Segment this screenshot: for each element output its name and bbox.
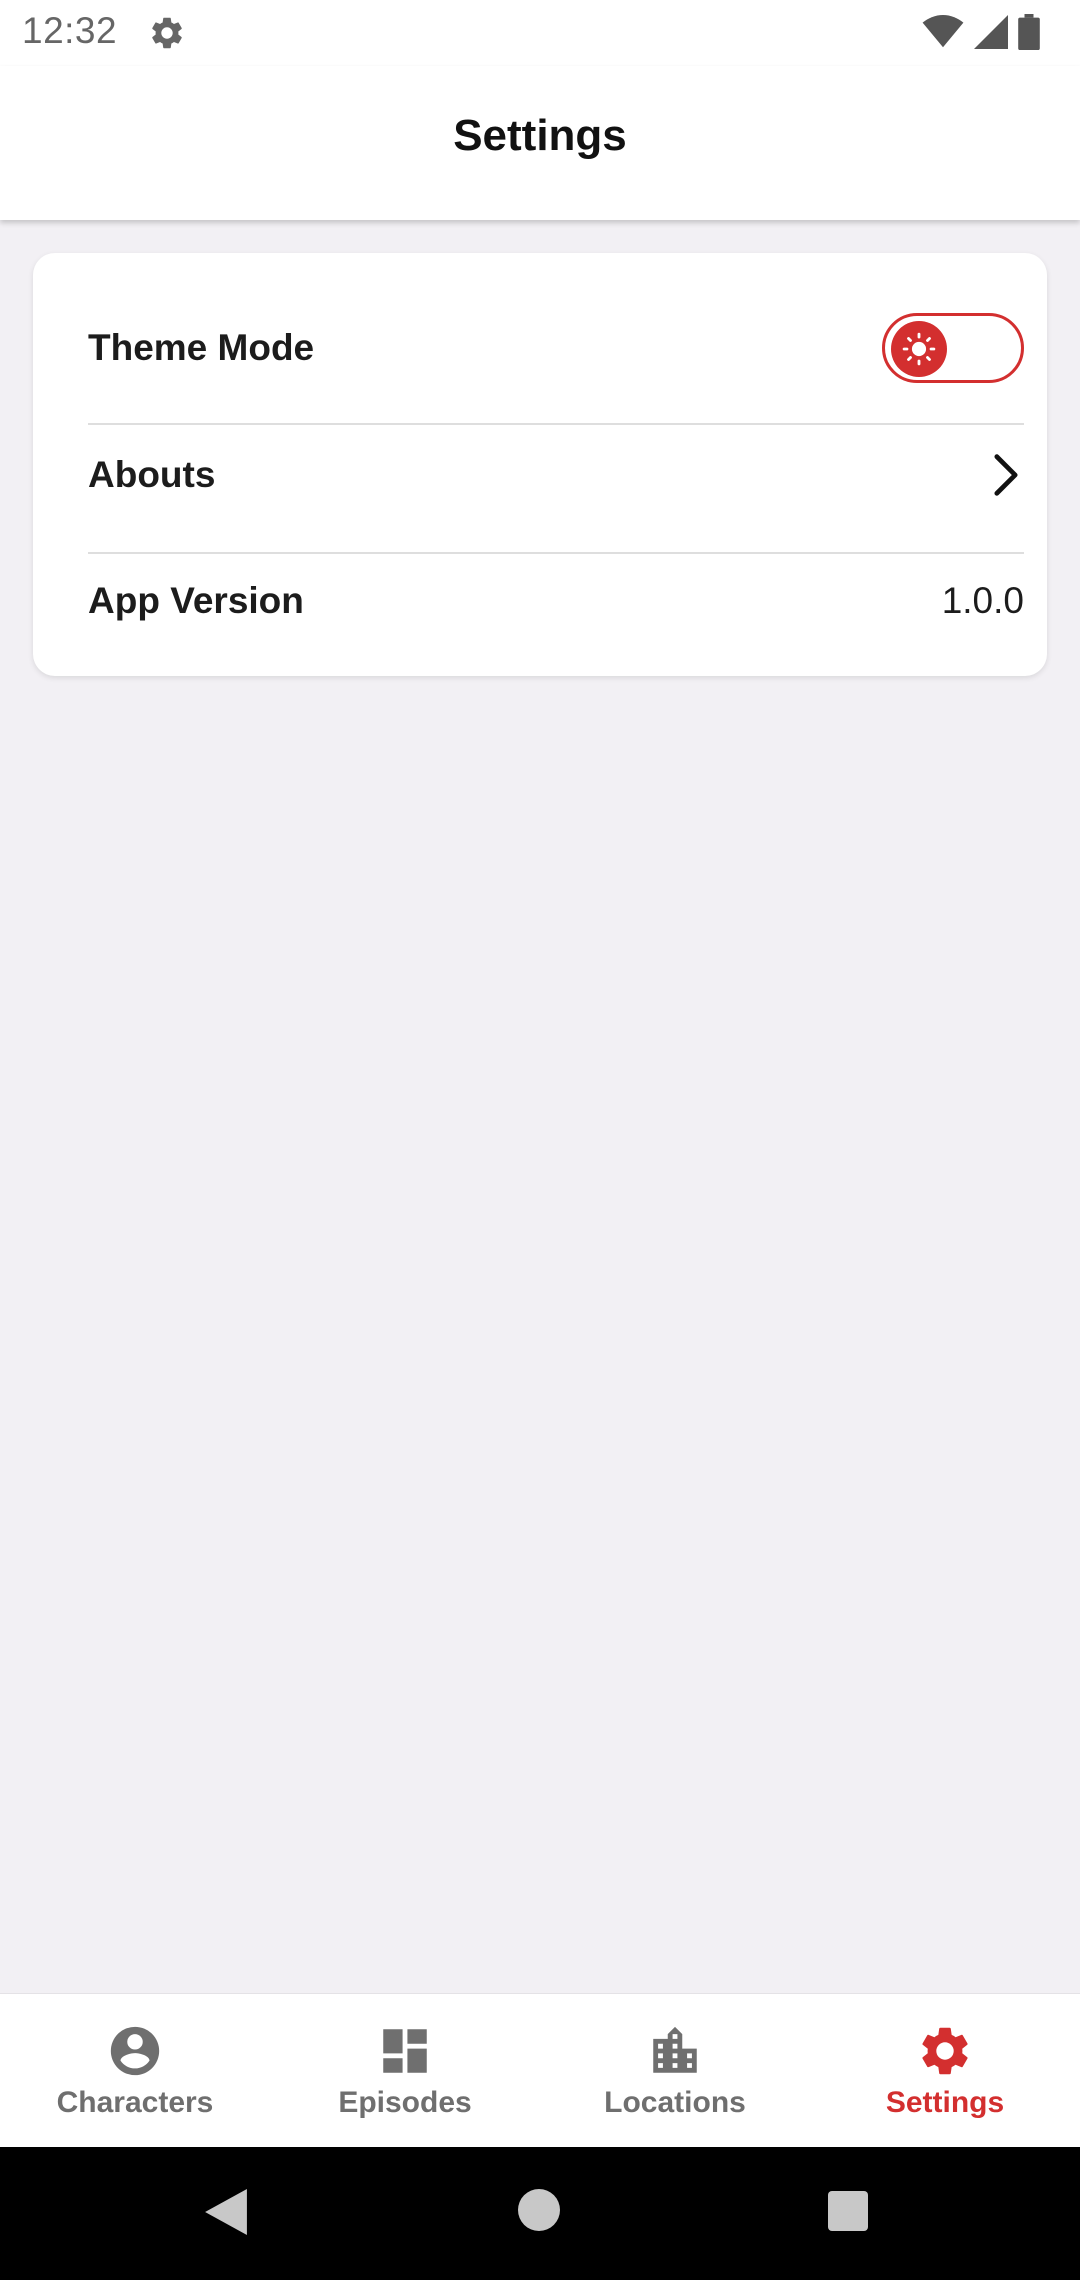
dashboard-icon [383,2029,427,2073]
page-title: Settings [453,111,627,160]
nav-item-characters[interactable]: Characters [0,1994,270,2147]
settings-icon [152,17,182,49]
app-version-label: App Version [88,580,304,621]
settings-card: Theme Mode Abouts App Version 1.0.0 [33,253,1047,676]
sun-icon [902,332,936,366]
wifi-icon [922,15,964,48]
status-bar: 12:32 [0,0,1080,66]
battery-icon [1018,14,1040,50]
abouts-label: Abouts [88,454,216,495]
recents-icon[interactable] [828,2191,868,2231]
theme-mode-toggle[interactable] [882,313,1024,383]
theme-mode-row: Theme Mode [88,293,1024,403]
nav-item-episodes[interactable]: Episodes [270,1994,540,2147]
nav-item-settings[interactable]: Settings [810,1994,1080,2147]
app-version-value: 1.0.0 [941,580,1024,621]
toggle-knob [891,321,947,377]
back-icon[interactable] [205,2189,247,2235]
person-icon [110,2026,160,2076]
nav-label: Settings [885,2086,1005,2119]
chevron-right-icon [994,454,1018,496]
screen: 12:32 Settings Theme Mode Abouts App Ver… [0,0,1080,2280]
app-version-row: App Version 1.0.0 [88,551,1024,651]
nav-label: Locations [604,2086,746,2119]
bottom-nav: Characters Episodes Locations Settings [0,1993,1080,2147]
theme-mode-label: Theme Mode [88,327,315,368]
status-icons [922,14,1040,50]
gear-icon [922,2027,968,2075]
app-bar: Settings [0,66,1080,220]
signal-icon [974,15,1008,49]
nav-label: Characters [56,2086,214,2119]
nav-item-locations[interactable]: Locations [540,1994,810,2147]
status-time: 12:32 [22,10,118,51]
home-icon[interactable] [518,2189,560,2231]
building-icon [653,2026,697,2073]
nav-label: Episodes [338,2086,472,2119]
abouts-row[interactable]: Abouts [88,425,1024,525]
system-nav-bar [0,2147,1080,2280]
